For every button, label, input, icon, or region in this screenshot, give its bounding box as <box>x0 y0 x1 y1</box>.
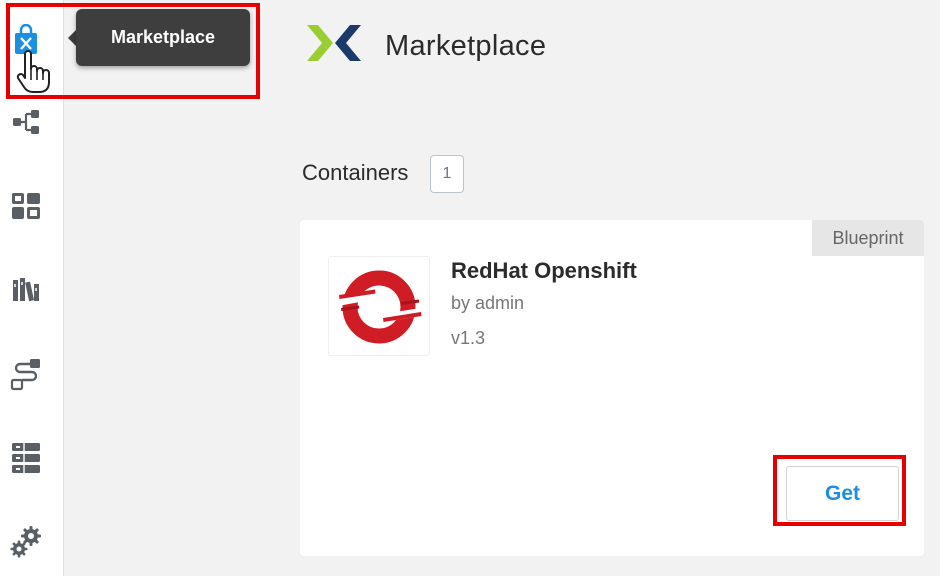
type-tag: Blueprint <box>812 220 924 256</box>
library-books-icon <box>11 275 41 303</box>
get-button[interactable]: Get <box>786 466 899 521</box>
hierarchy-icon <box>11 108 41 136</box>
nutanix-x-logo-icon <box>305 22 363 69</box>
sidebar-item-endpoints[interactable] <box>8 440 44 476</box>
tooltip-label: Marketplace <box>110 27 216 47</box>
server-list-icon <box>11 442 41 474</box>
sidebar-item-runbooks[interactable] <box>8 356 44 392</box>
openshift-logo-icon <box>328 256 430 356</box>
tooltip-arrow <box>68 30 76 46</box>
marketplace-tooltip: Marketplace <box>76 9 250 66</box>
page-title: Marketplace <box>385 30 547 62</box>
grid-icon <box>11 192 41 220</box>
section-title: Containers <box>302 160 409 185</box>
sidebar-item-library[interactable] <box>8 271 44 307</box>
item-name: RedHat Openshift <box>451 258 637 283</box>
sidebar-item-settings[interactable] <box>8 524 44 560</box>
hand-cursor-icon <box>14 50 54 101</box>
runbook-flow-icon <box>10 357 42 391</box>
sidebar-item-dashboard[interactable] <box>8 188 44 224</box>
settings-gears-icon <box>9 525 43 559</box>
sidebar <box>0 0 64 576</box>
count-badge: 1 <box>430 155 464 193</box>
item-version: v1.3 <box>451 328 486 348</box>
item-author: by admin <box>451 293 525 313</box>
marketplace-item-card[interactable]: Blueprint RedHat Openshift by admin v1.3… <box>300 220 924 556</box>
sidebar-item-applications[interactable] <box>8 104 44 140</box>
